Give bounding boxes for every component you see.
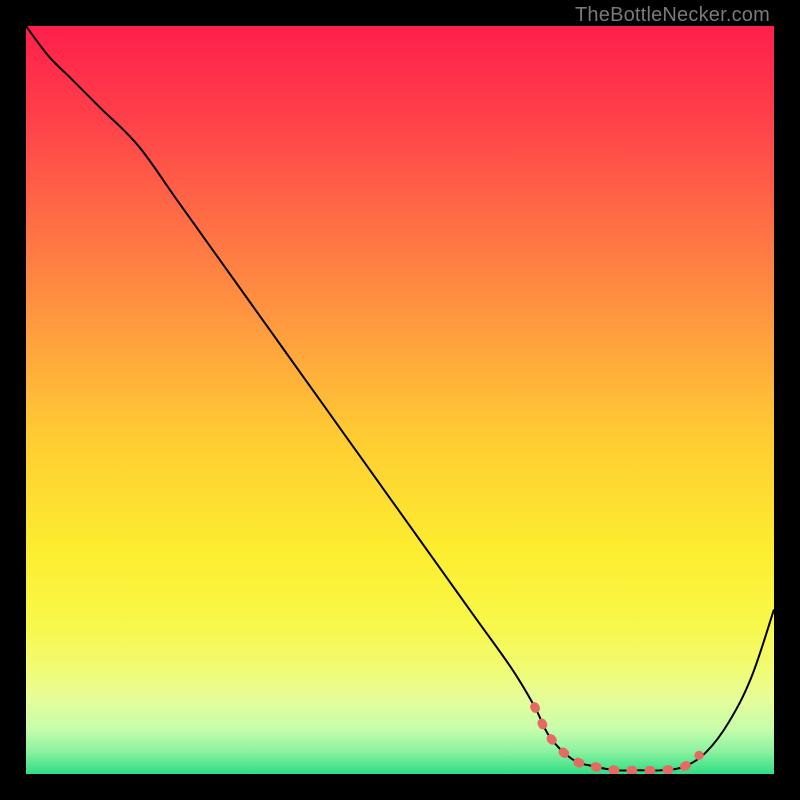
watermark-text: TheBottleNecker.com [575,4,770,27]
bottleneck-curve [26,26,774,774]
plot-area [26,26,774,774]
chart-container: TheBottleNecker.com [0,0,800,800]
